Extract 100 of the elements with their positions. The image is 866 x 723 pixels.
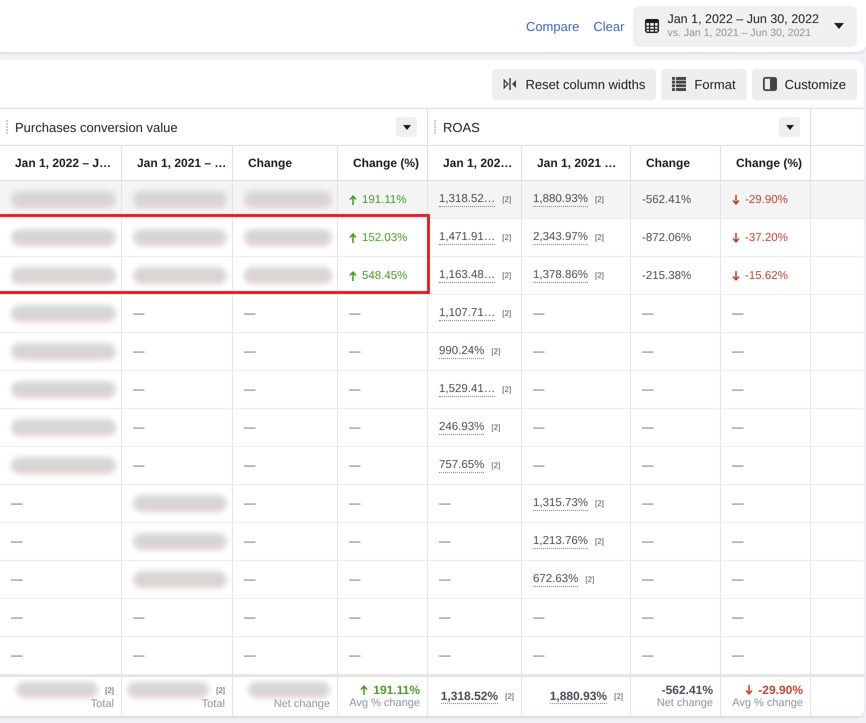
empty-value: — [349, 422, 360, 434]
footnote-marker: [2] [502, 233, 512, 242]
empty-value: — [732, 346, 744, 358]
date-range-button[interactable]: Jan 1, 2022 – Jun 30, 2022 vs. Jan 1, 2021 – Jun 30, 2021 [633, 6, 857, 46]
dropdown-button[interactable] [396, 117, 417, 137]
empty-value: — [11, 650, 22, 662]
column-header[interactable]: Jan 1, 2021 – … [122, 146, 233, 180]
empty-value: — [349, 612, 360, 624]
empty-value: — [349, 308, 360, 320]
empty-value: — [732, 650, 744, 662]
empty-value: — [533, 422, 544, 434]
reset-widths-button[interactable]: Reset column widths [492, 68, 656, 100]
arrow-down-icon [732, 232, 740, 242]
footnote-marker: [2] [502, 195, 512, 204]
empty-value: — [642, 384, 654, 396]
column-resize-icon [503, 78, 518, 90]
footnote-marker: [2] [595, 499, 604, 508]
column-header[interactable]: Change (%) [721, 146, 811, 180]
column-header[interactable]: Jan 1, 2021 … [522, 146, 631, 180]
calendar-icon [644, 18, 660, 34]
footnote-marker: [2] [614, 692, 623, 701]
total-value: 1,318.52% [440, 690, 498, 704]
format-button[interactable]: Format [661, 68, 747, 100]
empty-value: — [349, 574, 360, 586]
empty-value: — [642, 346, 654, 358]
hovered-row[interactable]: 191.11% 1,318.52… [2] 1,880.93% [2] -562.41% -29.90% [0, 181, 864, 219]
metric-value: 757.65% [439, 458, 484, 472]
empty-value: — [244, 498, 256, 510]
empty-value: — [642, 536, 654, 548]
empty-value: — [244, 612, 256, 624]
metric-value: 1,471.91… [439, 230, 496, 244]
footnote-marker: [2] [502, 309, 512, 318]
empty-value: — [244, 346, 256, 358]
percent-change: -15.62% [745, 270, 788, 282]
percent-change: 191.11% [362, 194, 407, 206]
total-caption: Net change [656, 697, 713, 710]
empty-value: — [642, 612, 654, 624]
empty-value: — [732, 384, 744, 396]
total-caption: Total [202, 698, 225, 711]
empty-value: — [11, 498, 22, 510]
drag-handle-icon[interactable] [6, 120, 8, 134]
footnote-marker: [2] [216, 686, 225, 694]
empty-value: — [439, 536, 450, 548]
footnote-marker: [2] [491, 347, 500, 356]
caret-icon [786, 124, 794, 130]
total-value: -562.41% [662, 683, 713, 697]
footnote-marker: [2] [505, 692, 514, 701]
footnote-marker: [2] [595, 537, 604, 546]
column-header[interactable]: Change [631, 146, 721, 180]
total-caption: Net change [274, 698, 330, 711]
arrow-up-icon [349, 194, 357, 204]
empty-value: — [439, 498, 450, 510]
empty-value: — [732, 460, 744, 472]
customize-button[interactable]: Customize [752, 68, 857, 100]
metric-value: 1,529.41… [439, 382, 496, 396]
clear-link[interactable]: Clear [593, 18, 624, 34]
empty-value: — [244, 650, 256, 662]
empty-value: — [533, 308, 544, 320]
arrow-up-icon [349, 270, 357, 280]
empty-value: — [642, 498, 654, 510]
empty-value: — [439, 650, 450, 662]
empty-value: — [244, 574, 256, 586]
change-value: -562.41% [642, 194, 692, 206]
metric-value: 1,880.93% [533, 192, 588, 206]
compare-link[interactable]: Compare [526, 18, 580, 34]
metric-value: 1,315.73% [533, 496, 588, 510]
total-caption: Total [90, 698, 114, 711]
metric-value: 246.93% [439, 420, 484, 434]
percent-change: 152.03% [362, 232, 408, 244]
empty-value: — [244, 384, 256, 396]
empty-value: — [642, 574, 654, 586]
metric-value: 1,318.52… [439, 192, 496, 206]
column-header[interactable]: Change [233, 146, 338, 180]
metric-value: 1,378.86% [533, 268, 588, 282]
empty-value: — [533, 346, 544, 358]
empty-value: — [11, 574, 22, 586]
percent-change: 191.11% [373, 683, 420, 697]
empty-value: — [533, 384, 544, 396]
column-header[interactable]: Jan 1, 202… [428, 146, 522, 180]
column-header[interactable]: Change (%) [338, 146, 428, 180]
metric-value: 2,343.97% [533, 230, 588, 244]
empty-value: — [133, 650, 144, 662]
column-header[interactable]: Jan 1, 2022 – J… [0, 146, 122, 180]
total-caption: Avg % change [349, 697, 420, 710]
footnote-marker: [2] [585, 575, 594, 584]
metric-value: 1,163.48… [439, 268, 496, 282]
footnote-marker: [2] [491, 461, 500, 470]
drag-handle-icon[interactable] [434, 120, 436, 134]
footnote-marker: [2] [595, 233, 604, 242]
metric-value: 990.24% [439, 344, 484, 358]
empty-value: — [732, 536, 744, 548]
empty-value: — [133, 346, 144, 358]
dropdown-button[interactable] [779, 117, 800, 137]
empty-value: — [244, 460, 256, 472]
change-value: -872.06% [642, 232, 692, 244]
empty-value: — [732, 612, 744, 624]
arrow-up-icon [360, 685, 368, 695]
empty-value: — [349, 536, 360, 548]
percent-change: -29.90% [745, 194, 788, 206]
empty-value: — [533, 612, 544, 624]
